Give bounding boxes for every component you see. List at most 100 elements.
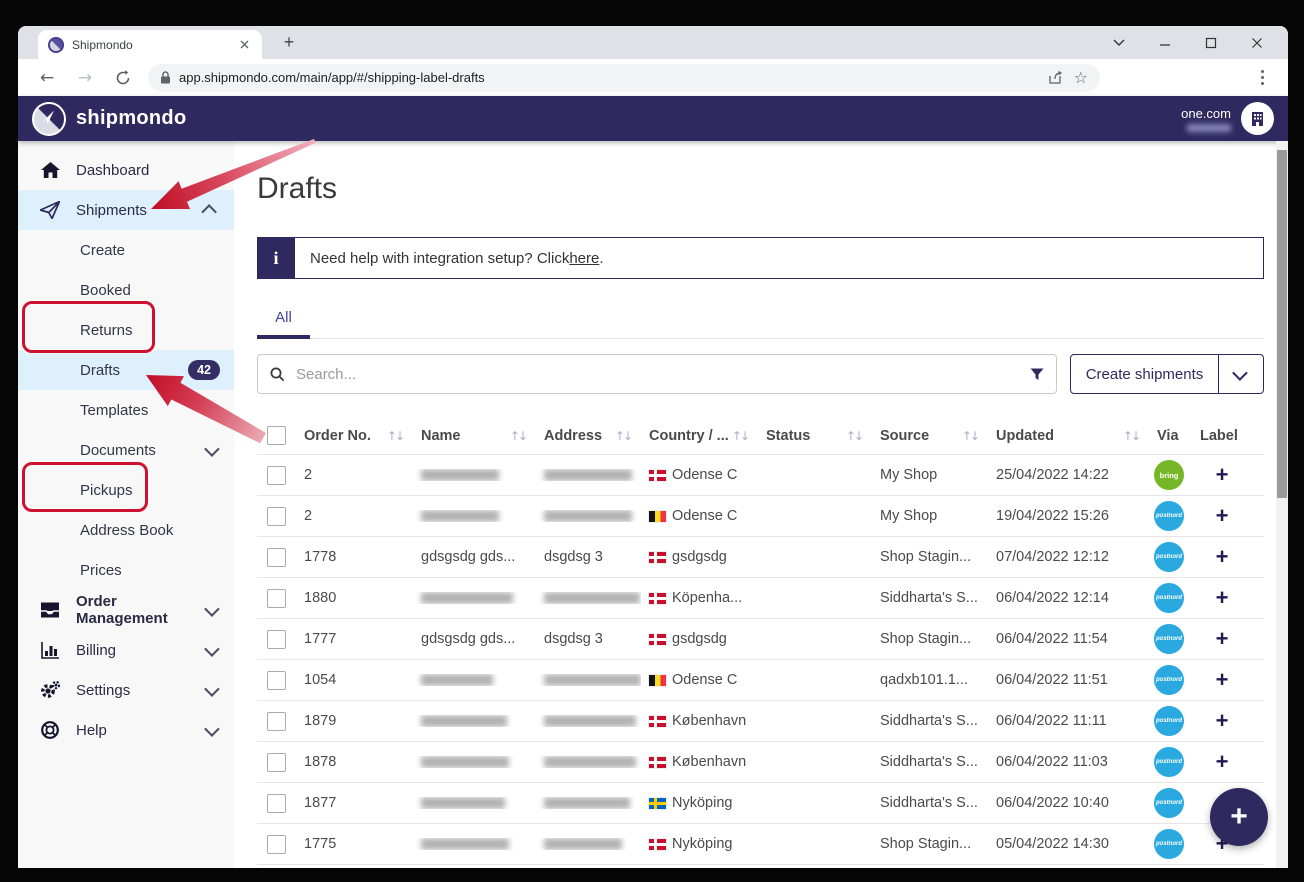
tab-close-icon[interactable] — [236, 37, 252, 53]
chevron-down-icon — [204, 681, 220, 697]
sort-icon[interactable]: ↑↓ — [846, 429, 862, 443]
create-label-button[interactable]: + — [1216, 546, 1229, 568]
account-avatar[interactable] — [1241, 102, 1274, 135]
table-row[interactable]: 1880Köpenha...Siddharta's S...06/04/2022… — [257, 578, 1264, 619]
row-checkbox[interactable] — [267, 794, 286, 813]
table-row[interactable]: 1777gdsgsdg gds...dsgdsg 3gsdgsdgShop St… — [257, 619, 1264, 660]
sidebar-item-drafts[interactable]: Drafts42 — [18, 350, 234, 390]
sidebar-item-shipments[interactable]: Shipments — [18, 190, 234, 230]
create-label-button[interactable]: + — [1216, 710, 1229, 732]
table-row[interactable]: 1877NyköpingSiddharta's S...06/04/2022 1… — [257, 783, 1264, 824]
reload-button[interactable] — [110, 65, 136, 91]
account-subtext-blurred — [1187, 124, 1231, 132]
sidebar-item-address-book[interactable]: Address Book — [18, 510, 234, 550]
row-checkbox[interactable] — [267, 466, 286, 485]
row-checkbox[interactable] — [267, 507, 286, 526]
cell-label: + — [1192, 546, 1252, 568]
cell-via: postnord — [1149, 624, 1192, 654]
select-all-checkbox[interactable] — [267, 426, 286, 445]
column-header-source[interactable]: Source↑↓ — [872, 428, 988, 444]
city-text: København — [672, 713, 746, 729]
column-header-status[interactable]: Status↑↓ — [758, 428, 872, 444]
row-checkbox[interactable] — [267, 630, 286, 649]
blurred-text — [421, 510, 499, 522]
scrollbar-thumb[interactable] — [1277, 150, 1287, 498]
back-button[interactable]: ← — [34, 65, 60, 91]
row-checkbox[interactable] — [267, 548, 286, 567]
create-shipments-dropdown-toggle[interactable] — [1218, 355, 1263, 393]
close-button[interactable] — [1234, 26, 1280, 59]
sidebar-item-label: Dashboard — [76, 162, 149, 179]
bookmark-star-icon[interactable]: ☆ — [1074, 68, 1088, 87]
cell-order-no: 1054 — [296, 672, 413, 688]
table-header-row: Order No.↑↓Name↑↓Address↑↓Country / ...↑… — [257, 417, 1264, 455]
flag-dk-icon — [649, 716, 666, 727]
tab-search-chevron-icon[interactable] — [1096, 26, 1142, 59]
cell-name — [413, 510, 536, 522]
sort-icon[interactable]: ↑↓ — [1123, 429, 1139, 443]
table-row[interactable]: 2Odense CMy Shop25/04/2022 14:22bring+ — [257, 455, 1264, 496]
cell-via: bring — [1149, 460, 1192, 490]
create-label-button[interactable]: + — [1216, 669, 1229, 691]
column-header-address[interactable]: Address↑↓ — [536, 428, 641, 444]
row-checkbox[interactable] — [267, 835, 286, 854]
sidebar-item-label: Drafts — [80, 362, 120, 379]
sort-icon[interactable]: ↑↓ — [732, 429, 748, 443]
row-checkbox[interactable] — [267, 753, 286, 772]
sidebar-item-templates[interactable]: Templates — [18, 390, 234, 430]
sidebar-item-dashboard[interactable]: Dashboard — [18, 150, 234, 190]
column-header-label: Label — [1200, 428, 1238, 444]
column-header-country-[interactable]: Country / ...↑↓ — [641, 428, 758, 444]
column-header-updated[interactable]: Updated↑↓ — [988, 428, 1149, 444]
sort-icon[interactable]: ↑↓ — [962, 429, 978, 443]
sidebar-item-settings[interactable]: Settings — [18, 670, 234, 710]
table-row[interactable]: 1054Odense Cqadxb101.1...06/04/2022 11:5… — [257, 660, 1264, 701]
create-shipments-button[interactable]: Create shipments — [1071, 355, 1218, 393]
sidebar-item-order-management[interactable]: Order Management — [18, 590, 234, 630]
create-label-button[interactable]: + — [1216, 628, 1229, 650]
table-row[interactable]: 2Odense CMy Shop19/04/2022 15:26postnord… — [257, 496, 1264, 537]
table-row[interactable]: 1775NyköpingShop Stagin...05/04/2022 14:… — [257, 824, 1264, 865]
column-header-name[interactable]: Name↑↓ — [413, 428, 536, 444]
filter-funnel-icon[interactable] — [1030, 368, 1044, 381]
forward-button[interactable]: → — [72, 65, 98, 91]
share-icon[interactable] — [1048, 70, 1064, 85]
sidebar-item-help[interactable]: Help — [18, 710, 234, 750]
cell-order-no: 1880 — [296, 590, 413, 606]
chevron-down-icon — [204, 441, 220, 457]
table-row[interactable]: 1778gdsgsdg gds...dsgdsg 3gsdgsdgShop St… — [257, 537, 1264, 578]
cell-via: postnord — [1149, 706, 1192, 736]
sidebar-item-create[interactable]: Create — [18, 230, 234, 270]
create-label-button[interactable]: + — [1216, 587, 1229, 609]
page-scrollbar[interactable] — [1276, 141, 1288, 868]
url-bar[interactable]: app.shipmondo.com/main/app/#/shipping-la… — [148, 64, 1100, 92]
sidebar-item-label: Billing — [76, 642, 116, 659]
table-row[interactable]: 1879KøbenhavnSiddharta's S...06/04/2022 … — [257, 701, 1264, 742]
drafts-table: Order No.↑↓Name↑↓Address↑↓Country / ...↑… — [257, 417, 1264, 865]
sort-icon[interactable]: ↑↓ — [615, 429, 631, 443]
tab-all[interactable]: All — [257, 309, 310, 338]
cell-label: + — [1192, 751, 1252, 773]
search-input[interactable] — [294, 365, 1030, 384]
floating-add-button[interactable]: + — [1210, 788, 1268, 846]
column-header-order-no-[interactable]: Order No.↑↓ — [296, 428, 413, 444]
sort-icon[interactable]: ↑↓ — [510, 429, 526, 443]
row-checkbox[interactable] — [267, 589, 286, 608]
banner-help-link[interactable]: here — [569, 250, 599, 267]
create-label-button[interactable]: + — [1216, 464, 1229, 486]
minimize-button[interactable] — [1142, 26, 1188, 59]
create-label-button[interactable]: + — [1216, 751, 1229, 773]
browser-menu-icon[interactable] — [1252, 70, 1272, 85]
new-tab-button[interactable]: + — [276, 30, 302, 56]
sidebar-item-billing[interactable]: Billing — [18, 630, 234, 670]
city-text: Odense C — [672, 467, 737, 483]
row-checkbox[interactable] — [267, 712, 286, 731]
row-checkbox[interactable] — [267, 671, 286, 690]
browser-tab[interactable]: Shipmondo — [38, 30, 262, 59]
maximize-button[interactable] — [1188, 26, 1234, 59]
create-label-button[interactable]: + — [1216, 505, 1229, 527]
carrier-postnord-icon: postnord — [1154, 501, 1184, 531]
sort-icon[interactable]: ↑↓ — [387, 429, 403, 443]
sidebar-item-prices[interactable]: Prices — [18, 550, 234, 590]
table-row[interactable]: 1878KøbenhavnSiddharta's S...06/04/2022 … — [257, 742, 1264, 783]
